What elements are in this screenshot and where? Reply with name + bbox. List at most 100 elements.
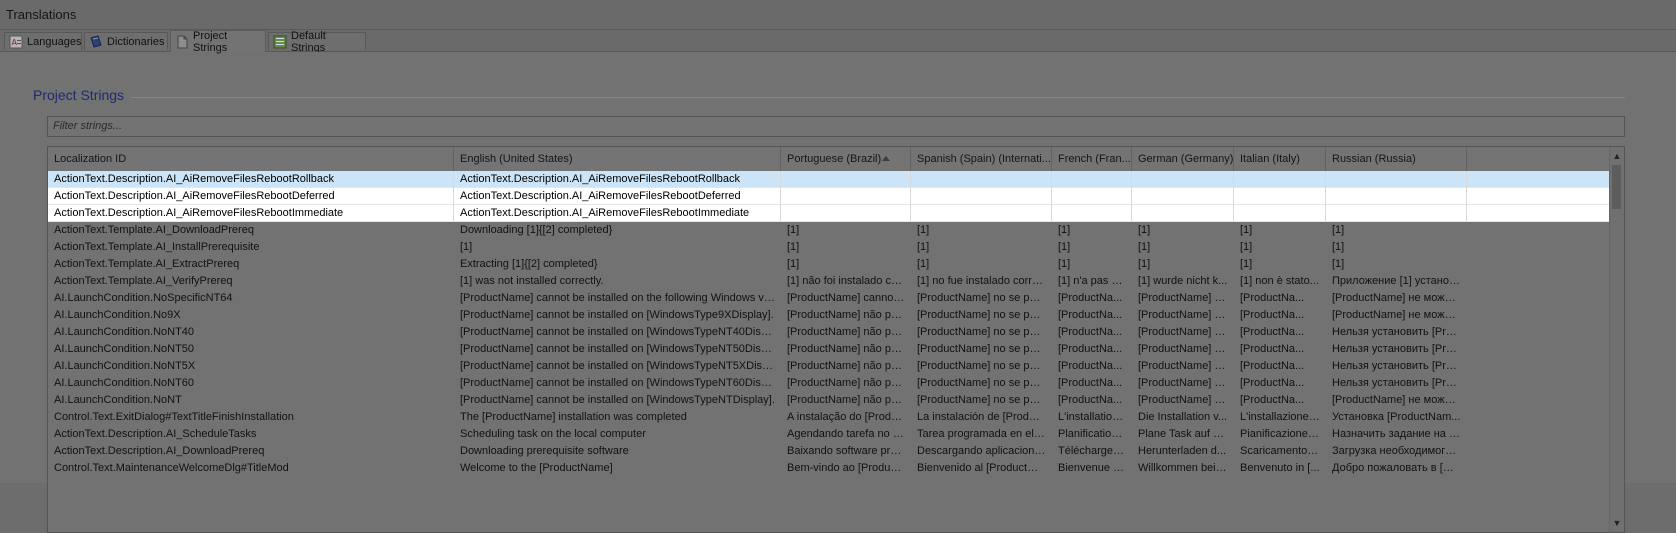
table-cell[interactable]: Extracting [1]{[2] completed} bbox=[454, 256, 781, 273]
table-cell[interactable]: [ProductName] не может... bbox=[1326, 392, 1467, 409]
table-cell[interactable]: L'installation... bbox=[1052, 409, 1132, 426]
table-cell[interactable]: AI.LaunchCondition.NoSpecificNT64 bbox=[48, 290, 454, 307]
table-row[interactable]: ActionText.Template.AI_ExtractPrereq Extr… bbox=[48, 256, 1612, 273]
table-cell[interactable]: Control.Text.MaintenanceWelcomeDlg#Title… bbox=[48, 460, 454, 477]
table-cell[interactable]: AI.LaunchCondition.NoNT60 bbox=[48, 375, 454, 392]
table-cell[interactable] bbox=[781, 188, 911, 205]
table-cell[interactable]: [ProductNa... bbox=[1052, 358, 1132, 375]
table-cell[interactable] bbox=[1326, 188, 1467, 205]
table-cell[interactable]: ActionText.Description.AI_AiRemoveFilesR… bbox=[48, 171, 454, 188]
table-cell[interactable]: [ProductName] cannot be installed on [Wi… bbox=[454, 307, 781, 324]
table-row[interactable]: Control.Text.ExitDialog#TextTitleFinishI… bbox=[48, 409, 1612, 426]
table-cell[interactable]: AI.LaunchCondition.NoNT50 bbox=[48, 341, 454, 358]
table-cell[interactable]: [ProductName] não pod... bbox=[781, 341, 911, 358]
table-cell[interactable]: Установка [ProductNam... bbox=[1326, 409, 1467, 426]
table-row[interactable]: ActionText.Description.AI_AiRemoveFilesR… bbox=[48, 188, 1612, 205]
table-cell[interactable]: La instalación de [Product... bbox=[911, 409, 1052, 426]
table-cell[interactable]: [1] bbox=[781, 239, 911, 256]
table-cell[interactable]: Control.Text.ExitDialog#TextTitleFinishI… bbox=[48, 409, 454, 426]
table-cell[interactable]: [1] was not installed correctly. bbox=[454, 273, 781, 290]
table-cell[interactable] bbox=[1326, 171, 1467, 188]
table-cell[interactable]: [1] bbox=[1132, 222, 1234, 239]
table-cell[interactable]: [1] bbox=[1052, 222, 1132, 239]
table-cell[interactable] bbox=[1234, 171, 1326, 188]
table-cell[interactable]: [1] bbox=[1052, 239, 1132, 256]
table-cell[interactable]: [ProductNa... bbox=[1052, 341, 1132, 358]
table-cell[interactable]: ActionText.Description.AI_AiRemoveFilesR… bbox=[48, 188, 454, 205]
table-cell[interactable]: [ProductName] no se pue... bbox=[911, 358, 1052, 375]
table-cell[interactable]: Приложение [1] установ... bbox=[1326, 273, 1467, 290]
table-cell[interactable]: [1] bbox=[1326, 222, 1467, 239]
table-cell[interactable]: Scaricamento p... bbox=[1234, 443, 1326, 460]
table-cell[interactable]: [ProductName] não pod... bbox=[781, 358, 911, 375]
table-row[interactable]: ActionText.Template.AI_DownloadPrereq Dow… bbox=[48, 222, 1612, 239]
table-cell[interactable]: [ProductName] no se pue... bbox=[911, 290, 1052, 307]
scrollbar-thumb[interactable] bbox=[1612, 165, 1621, 209]
table-row[interactable]: ActionText.Template.AI_VerifyPrereq [1] w… bbox=[48, 273, 1612, 290]
column-header-french[interactable]: French (Fran... bbox=[1052, 147, 1132, 171]
table-cell[interactable]: [1] bbox=[1052, 256, 1132, 273]
table-cell[interactable]: Téléchargeme... bbox=[1052, 443, 1132, 460]
table-cell[interactable]: [ProductName] cannot ... bbox=[781, 290, 911, 307]
table-cell[interactable] bbox=[911, 205, 1052, 222]
table-cell[interactable]: [ProductName] cannot be installed on [Wi… bbox=[454, 375, 781, 392]
table-cell[interactable]: [ProductName] k... bbox=[1132, 290, 1234, 307]
table-cell[interactable]: Нельзя установить [Pro... bbox=[1326, 375, 1467, 392]
table-cell[interactable]: Назначить задание на л... bbox=[1326, 426, 1467, 443]
table-cell[interactable]: [1] bbox=[1234, 239, 1326, 256]
table-cell[interactable]: Herunterladen d... bbox=[1132, 443, 1234, 460]
table-cell[interactable]: [ProductName] no se pue... bbox=[911, 375, 1052, 392]
table-row[interactable]: AI.LaunchCondition.NoSpecificNT64 [Produc… bbox=[48, 290, 1612, 307]
table-cell[interactable]: [ProductNa... bbox=[1052, 324, 1132, 341]
table-cell[interactable]: Die Installation v... bbox=[1132, 409, 1234, 426]
table-cell[interactable]: [ProductName] no se pue... bbox=[911, 341, 1052, 358]
table-cell[interactable]: [1] non è stato... bbox=[1234, 273, 1326, 290]
table-cell[interactable]: [ProductName] no se pue... bbox=[911, 324, 1052, 341]
table-cell[interactable]: [ProductName] k... bbox=[1132, 324, 1234, 341]
table-cell[interactable]: [ProductName] не может... bbox=[1326, 307, 1467, 324]
table-cell[interactable]: Bienvenue d... bbox=[1052, 460, 1132, 477]
table-cell[interactable] bbox=[1052, 188, 1132, 205]
table-cell[interactable]: Загрузка необходимого ... bbox=[1326, 443, 1467, 460]
table-cell[interactable]: AI.LaunchCondition.NoNT bbox=[48, 392, 454, 409]
table-cell[interactable]: [ProductName] cannot be installed on the… bbox=[454, 290, 781, 307]
table-cell[interactable]: Pianificazione o... bbox=[1234, 426, 1326, 443]
table-cell[interactable] bbox=[781, 205, 911, 222]
table-row[interactable]: ActionText.Description.AI_AiRemoveFilesR… bbox=[48, 171, 1612, 188]
table-cell[interactable] bbox=[911, 171, 1052, 188]
table-cell[interactable]: AI.LaunchCondition.NoNT40 bbox=[48, 324, 454, 341]
table-cell[interactable]: [ProductNa... bbox=[1234, 375, 1326, 392]
table-cell[interactable]: Bem-vindo ao [Product... bbox=[781, 460, 911, 477]
table-cell[interactable]: [1] bbox=[911, 256, 1052, 273]
column-header-german[interactable]: German (Germany) bbox=[1132, 147, 1234, 171]
table-row[interactable]: ActionText.Description.AI_ScheduleTasks S… bbox=[48, 426, 1612, 443]
table-cell[interactable]: [ProductNa... bbox=[1234, 290, 1326, 307]
table-cell[interactable] bbox=[911, 188, 1052, 205]
table-cell[interactable] bbox=[1052, 171, 1132, 188]
table-cell[interactable]: [ProductName] cannot be installed on [Wi… bbox=[454, 392, 781, 409]
tab-default-strings[interactable]: Default Strings bbox=[268, 30, 366, 54]
table-cell[interactable]: Downloading prerequisite software bbox=[454, 443, 781, 460]
table-cell[interactable]: [1] bbox=[1234, 256, 1326, 273]
table-cell[interactable]: [ProductName] k... bbox=[1132, 375, 1234, 392]
table-cell[interactable]: [1] bbox=[1234, 222, 1326, 239]
table-cell[interactable]: [ProductName] k... bbox=[1132, 307, 1234, 324]
table-row[interactable]: AI.LaunchCondition.NoNT60 [ProductName] c… bbox=[48, 375, 1612, 392]
table-cell[interactable]: AI.LaunchCondition.No9X bbox=[48, 307, 454, 324]
table-cell[interactable]: ActionText.Description.AI_DownloadPrereq bbox=[48, 443, 454, 460]
tab-languages[interactable]: A Languages bbox=[4, 32, 82, 50]
table-cell[interactable]: [1] bbox=[1132, 239, 1234, 256]
table-cell[interactable]: ActionText.Description.AI_AiRemoveFilesR… bbox=[454, 205, 781, 222]
table-cell[interactable]: [ProductName] не может... bbox=[1326, 290, 1467, 307]
table-row[interactable]: AI.LaunchCondition.No9X [ProductName] can… bbox=[48, 307, 1612, 324]
table-cell[interactable]: [ProductNa... bbox=[1234, 324, 1326, 341]
table-cell[interactable]: [ProductName] k... bbox=[1132, 341, 1234, 358]
scroll-up-icon[interactable]: ▲ bbox=[1610, 149, 1624, 163]
table-cell[interactable]: Tarea programada en el o... bbox=[911, 426, 1052, 443]
table-row[interactable]: AI.LaunchCondition.NoNT50 [ProductName] c… bbox=[48, 341, 1612, 358]
scroll-down-icon[interactable]: ▼ bbox=[1610, 516, 1624, 530]
table-cell[interactable]: [ProductName] não pod... bbox=[781, 324, 911, 341]
table-row[interactable]: AI.LaunchCondition.NoNT5X [ProductName] c… bbox=[48, 358, 1612, 375]
table-cell[interactable] bbox=[1132, 188, 1234, 205]
table-cell[interactable]: [1] n'a pas é... bbox=[1052, 273, 1132, 290]
